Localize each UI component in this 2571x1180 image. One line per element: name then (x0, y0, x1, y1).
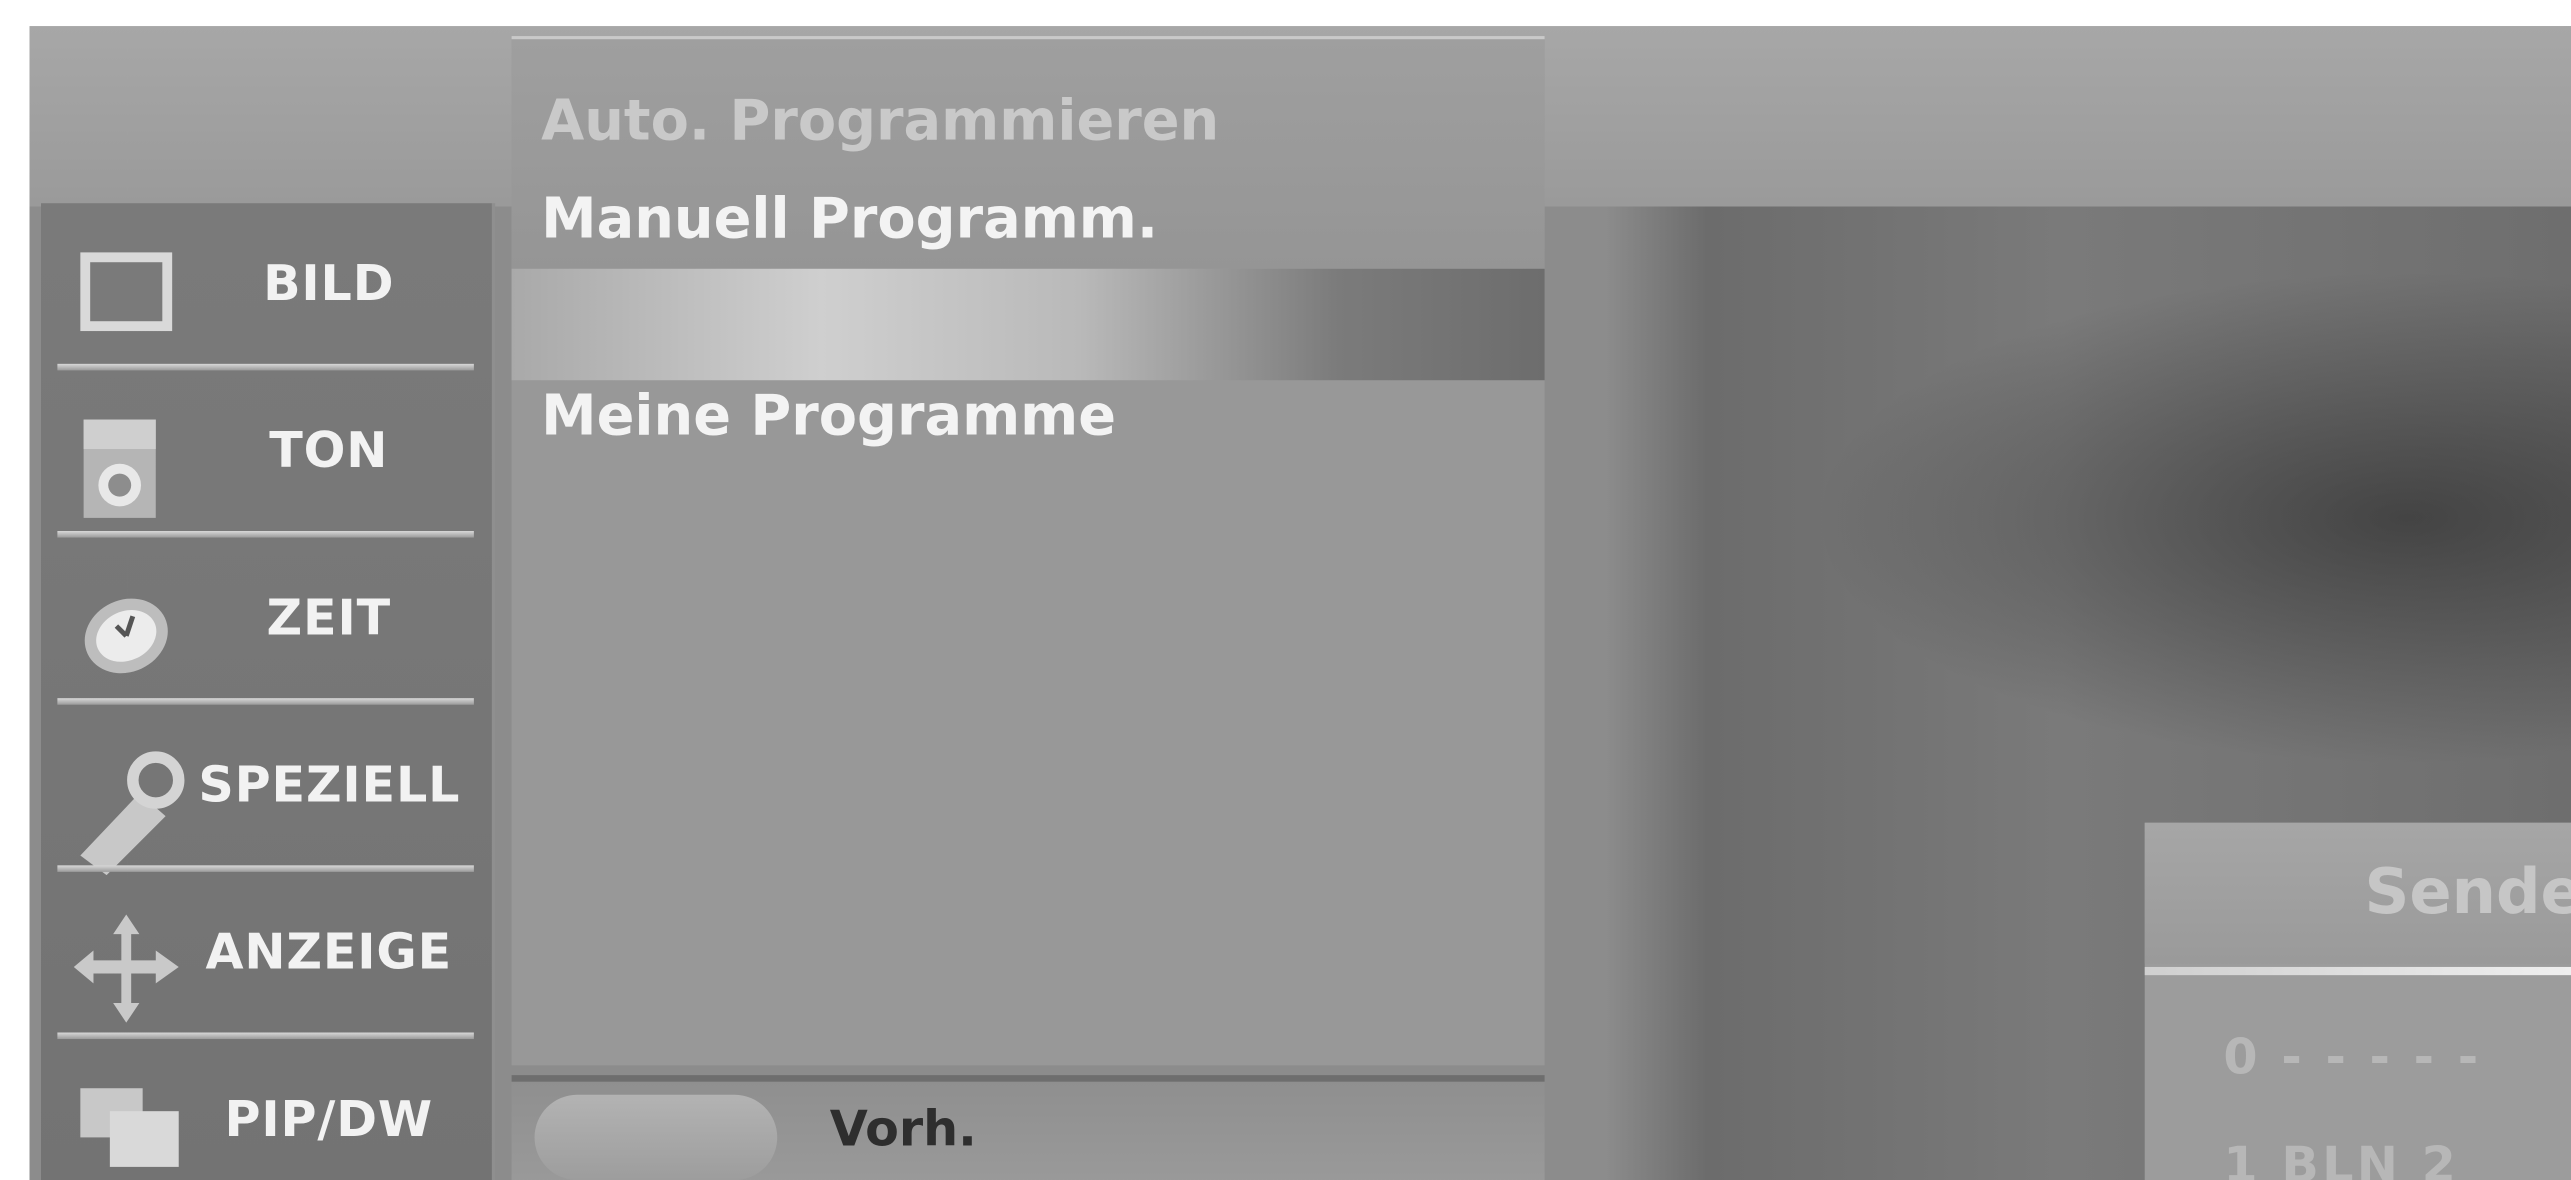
program-menu-panel: Auto. Programmieren Manuell Programm. Me… (511, 36, 1545, 1066)
previous-label: Vorh. (829, 1101, 977, 1159)
menu-item-meine-programme[interactable]: Meine Programme (541, 384, 1116, 450)
sidebar-item-ton[interactable]: TON (41, 370, 492, 534)
sender-list-panel: Sender 0 - - - - - 1 BLN 2 (2144, 822, 2571, 1180)
move-arrows-icon (73, 911, 179, 1023)
footer-hint-bar: Vorh. (511, 1075, 1545, 1180)
sidebar-item-anzeige[interactable]: ANZEIGE (41, 872, 492, 1036)
sender-panel-divider (2144, 966, 2571, 976)
menu-item-selected-highlight[interactable] (511, 268, 1545, 381)
sidebar-item-label: ANZEIGE (205, 924, 453, 982)
sidebar-item-label: PIP/DW (224, 1091, 433, 1149)
pip-icon (74, 1078, 179, 1176)
sidebar-item-label: BILD (263, 255, 395, 314)
sidebar-item-zeit[interactable]: ZEIT (41, 538, 492, 702)
sender-row[interactable]: 1 BLN 2 (2223, 1137, 2459, 1180)
sender-panel-header: Sender (2144, 822, 2571, 964)
tv-osd-screen: BILD TON ZEIT SPEZIELL ANZEIGE PIP/DW Au… (0, 0, 2571, 1180)
sidebar-item-bild[interactable]: BILD (41, 203, 492, 367)
key-icon (74, 744, 185, 876)
sidebar-item-label: ZEIT (266, 590, 391, 648)
sidebar-item-label: SPEZIELL (198, 757, 461, 815)
menu-item-auto-programmieren[interactable]: Auto. Programmieren (541, 89, 1219, 155)
sidebar-item-pip-dw[interactable]: PIP/DW (41, 1039, 492, 1180)
picture-icon (74, 243, 173, 341)
sender-row[interactable]: 0 - - - - - (2223, 1029, 2481, 1086)
sidebar-item-label: TON (269, 422, 389, 481)
category-sidebar: BILD TON ZEIT SPEZIELL ANZEIGE PIP/DW (40, 203, 496, 1180)
sender-panel-title: Sender (2364, 855, 2571, 928)
speaker-icon (74, 410, 172, 518)
previous-button[interactable] (534, 1094, 778, 1180)
sidebar-item-speziell[interactable]: SPEZIELL (41, 705, 492, 876)
clock-icon (74, 577, 172, 675)
menu-item-manuell-programm[interactable]: Manuell Programm. (541, 187, 1158, 253)
